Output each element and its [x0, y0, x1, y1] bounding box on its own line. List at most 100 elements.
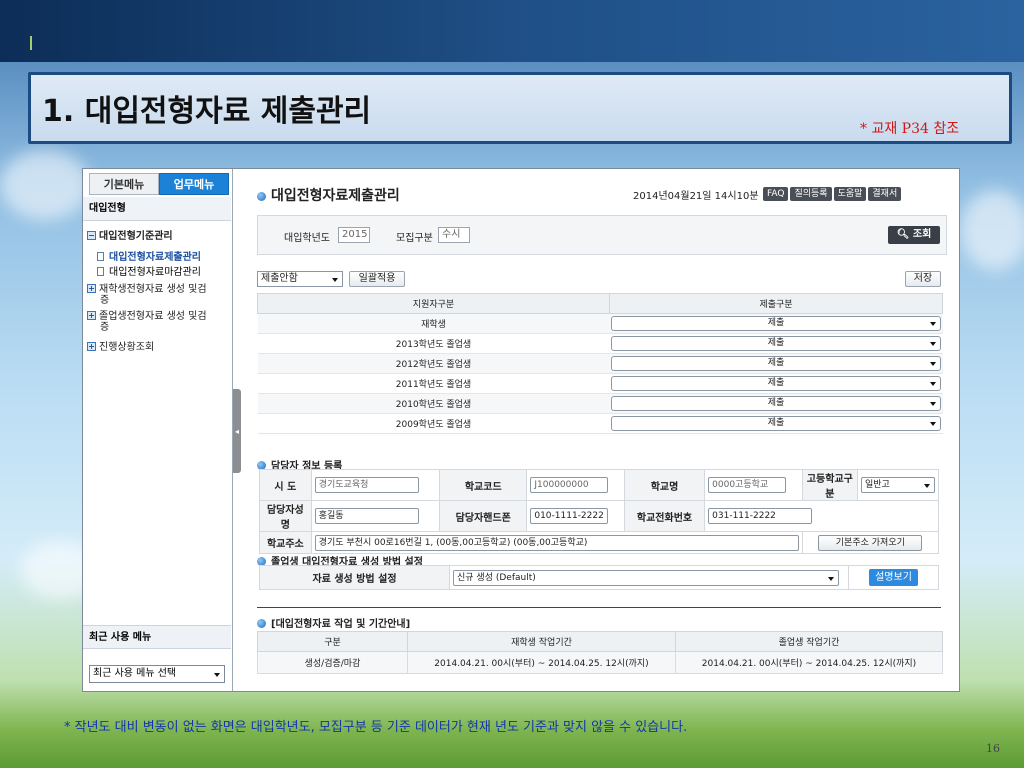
- menu-section-title: 대입전형: [83, 197, 231, 221]
- generation-method-select[interactable]: 신규 생성 (Default): [453, 569, 839, 586]
- recent-menu-select[interactable]: 최근 사용 메뉴 선택: [89, 665, 225, 683]
- page-title: 1. 대입전형자료 제출관리: [42, 94, 372, 129]
- current-datetime: 2014년04월21일 14시10분: [633, 191, 759, 202]
- menu-tabs: 기본메뉴 업무메뉴: [89, 173, 229, 195]
- slide-accent-mark: [30, 36, 32, 50]
- main-content: 대입전형자료제출관리 2014년04월21일 14시10분 FAQ 질의등록 도움말…: [243, 169, 959, 691]
- manager-name-field[interactable]: 홍길동: [314, 508, 419, 524]
- manager-name-label: 담당자성명: [259, 500, 312, 532]
- app-screenshot: 기본메뉴 업무메뉴 대입전형 대입전형기준관리 대입전형자료제출관리 대입전형자…: [82, 168, 960, 692]
- submission-select[interactable]: 제출: [611, 416, 941, 431]
- school-code-label: 학교코드: [439, 469, 528, 501]
- table-cell: 2014.04.21. 00시(부터) ~ 2014.04.25. 12시(까지…: [407, 651, 676, 674]
- address-label: 학교주소: [259, 531, 312, 554]
- table-row[interactable]: 2013학년도 졸업생 제출: [257, 333, 943, 354]
- table-row[interactable]: 2011학년도 졸업생 제출: [257, 373, 943, 394]
- period-section-title: [대입전형자료 작업 및 기간안내]: [257, 615, 410, 630]
- sidebar-item-progress[interactable]: 진행상황조회: [87, 338, 154, 353]
- manager-form: 시 도 경기도교육청 학교코드 J100000000 학교명 0000고등학교 …: [259, 469, 940, 554]
- table-cell: 2014.04.21. 00시(부터) ~ 2014.04.25. 12시(까지…: [675, 651, 943, 674]
- school-type-label: 고등학교구분: [801, 469, 859, 501]
- bulk-apply-button[interactable]: 일괄적용: [349, 271, 405, 287]
- chevron-down-icon: [930, 422, 936, 426]
- search-button[interactable]: 🔍︎ 조회: [888, 226, 940, 244]
- save-button[interactable]: 저장: [905, 271, 941, 287]
- sidebar-item-closing[interactable]: 대입전형자료마감관리: [97, 263, 201, 278]
- submission-select[interactable]: 제출: [611, 376, 941, 391]
- applicant-category: 2010학년도 졸업생: [257, 393, 610, 414]
- bulk-submit-select[interactable]: 제출안함: [257, 271, 343, 287]
- sidebar-item-current-students[interactable]: 재학생전형자료 생성 및검 증: [87, 284, 207, 306]
- table-row[interactable]: 재학생 제출: [257, 313, 943, 334]
- column-header: 지원자구분: [257, 293, 610, 314]
- chevron-down-icon: [930, 382, 936, 386]
- show-description-button[interactable]: 설명보기: [869, 569, 918, 586]
- approval-button[interactable]: 결재서: [868, 187, 902, 201]
- load-address-button[interactable]: 기본주소 가져오기: [818, 534, 923, 551]
- applicant-category: 2012학년도 졸업생: [257, 353, 610, 374]
- submission-select[interactable]: 제출: [611, 396, 941, 411]
- expand-icon: [87, 342, 96, 351]
- region-field[interactable]: 경기도교육청: [314, 477, 419, 493]
- chevron-down-icon: [930, 362, 936, 366]
- school-name-field[interactable]: 0000고등학교: [708, 477, 787, 493]
- year-label: 대입학년도: [284, 233, 330, 244]
- manager-phone-field[interactable]: 010-1111-2222: [530, 508, 609, 524]
- table-cell: 생성/검증/마감: [257, 651, 408, 674]
- submission-select[interactable]: 제출: [611, 336, 941, 351]
- applicant-category: 2009학년도 졸업생: [257, 413, 610, 434]
- tab-work-menu[interactable]: 업무메뉴: [159, 173, 229, 195]
- manager-phone-label: 담당자핸드폰: [439, 500, 528, 532]
- table-row: 생성/검증/마감 2014.04.21. 00시(부터) ~ 2014.04.2…: [257, 651, 943, 674]
- submission-select[interactable]: 제출: [611, 316, 941, 331]
- tab-basic-menu[interactable]: 기본메뉴: [89, 173, 159, 195]
- table-row[interactable]: 2009학년도 졸업생 제출: [257, 413, 943, 434]
- help-button[interactable]: 도움말: [833, 187, 867, 201]
- generation-method-label: 자료 생성 방법 설정: [259, 565, 450, 590]
- recruit-type-field[interactable]: 수시: [438, 227, 470, 243]
- search-panel: 대입학년도 2015 모집구분 수시 🔍︎ 조회: [257, 215, 947, 255]
- year-field[interactable]: 2015: [338, 227, 370, 243]
- cloud-decoration: [0, 150, 90, 220]
- applicant-category: 재학생: [257, 313, 610, 334]
- column-header: 졸업생 작업기간: [675, 631, 943, 652]
- document-icon: [97, 252, 104, 261]
- region-label: 시 도: [259, 469, 312, 501]
- chevron-down-icon: [828, 576, 834, 581]
- applicant-category: 2013학년도 졸업생: [257, 333, 610, 354]
- bullet-icon: [257, 192, 266, 201]
- faq-button[interactable]: FAQ: [763, 187, 789, 201]
- content-title: 대입전형자료제출관리: [257, 185, 400, 205]
- bullet-icon: [257, 619, 266, 628]
- toolbar: FAQ 질의등록 도움말 결재서: [763, 187, 903, 201]
- column-header: 제출구분: [609, 293, 943, 314]
- page-number: 16: [986, 742, 1000, 755]
- inquiry-button[interactable]: 질의등록: [790, 187, 832, 201]
- table-row[interactable]: 2010학년도 졸업생 제출: [257, 393, 943, 414]
- chevron-down-icon: [930, 342, 936, 346]
- sidebar-item-submission[interactable]: 대입전형자료제출관리: [97, 248, 201, 263]
- collapse-icon: [87, 231, 96, 240]
- submission-select[interactable]: 제출: [611, 356, 941, 371]
- school-name-label: 학교명: [623, 469, 706, 501]
- left-panel: 기본메뉴 업무메뉴 대입전형 대입전형기준관리 대입전형자료제출관리 대입전형자…: [83, 169, 233, 691]
- expand-icon: [87, 284, 96, 293]
- table-row[interactable]: 2012학년도 졸업생 제출: [257, 353, 943, 374]
- recruit-type-label: 모집구분: [396, 233, 433, 244]
- cloud-decoration: [960, 190, 1024, 270]
- school-code-field[interactable]: J100000000: [530, 477, 609, 493]
- column-header: 재학생 작업기간: [407, 631, 676, 652]
- sidebar-item-graduates[interactable]: 졸업생전형자료 생성 및검 증: [87, 311, 207, 333]
- school-phone-field[interactable]: 031-111-2222: [708, 508, 813, 524]
- work-period-table: 구분 재학생 작업기간 졸업생 작업기간 생성/검증/마감 2014.04.21…: [257, 631, 943, 674]
- chevron-down-icon: [924, 484, 930, 488]
- reference-note: * 교재 P34 참조: [860, 121, 960, 137]
- school-type-select[interactable]: 일반고: [861, 477, 935, 493]
- applicant-category: 2011학년도 졸업생: [257, 373, 610, 394]
- column-header: 구분: [257, 631, 408, 652]
- sidebar-group-admission-criteria[interactable]: 대입전형기준관리: [87, 227, 173, 242]
- address-field[interactable]: 경기도 부천시 00로16번길 1, (00동,00고등학교) (00동,00고…: [314, 534, 799, 551]
- panel-splitter-handle[interactable]: ◂: [233, 389, 241, 473]
- divider: [257, 607, 941, 608]
- chevron-left-icon: ◂: [235, 427, 240, 436]
